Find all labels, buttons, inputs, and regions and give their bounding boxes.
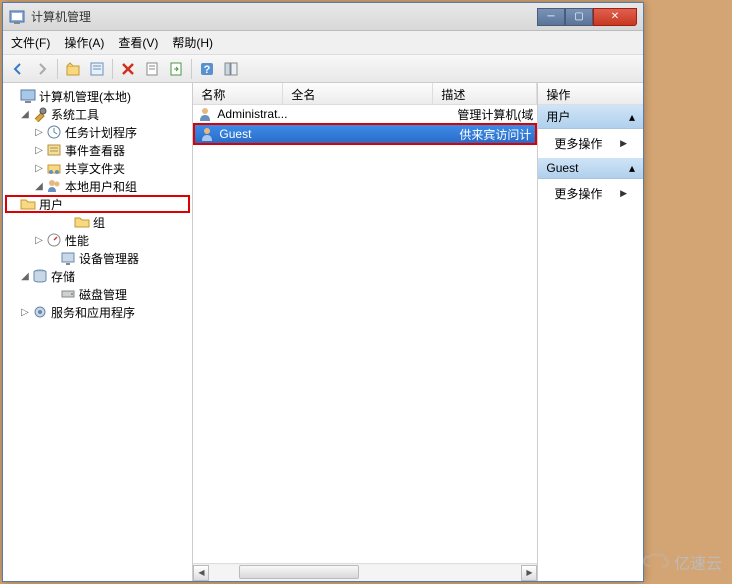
tree-event-viewer[interactable]: ▷事件查看器 — [5, 141, 190, 159]
tree-local-users-groups[interactable]: ◢本地用户和组 — [5, 177, 190, 195]
tree-users[interactable]: 用户 — [5, 195, 190, 213]
window-title: 计算机管理 — [31, 8, 537, 25]
separator — [191, 59, 192, 79]
watermark: 亿速云 — [642, 550, 722, 574]
disk-icon — [60, 286, 76, 302]
action-more-1[interactable]: 更多操作 ▶ — [538, 129, 643, 158]
tree-pane[interactable]: 计算机管理(本地) ◢系统工具 ▷任务计划程序 ▷事件查看器 ▷共享文件夹 ◢本… — [3, 83, 193, 581]
computer-icon — [20, 88, 36, 104]
window-controls: ─ ▢ ✕ — [537, 8, 637, 26]
folder-icon — [20, 196, 36, 212]
menu-action[interactable]: 操作(A) — [64, 34, 104, 51]
column-description[interactable]: 描述 — [433, 83, 537, 104]
window-frame: 计算机管理 ─ ▢ ✕ 文件(F) 操作(A) 查看(V) 帮助(H) ? 计算… — [2, 2, 644, 582]
tools-icon — [32, 106, 48, 122]
menu-view[interactable]: 查看(V) — [118, 34, 158, 51]
tree-groups[interactable]: 组 — [5, 213, 190, 231]
menu-file[interactable]: 文件(F) — [11, 34, 50, 51]
collapse-icon: ▴ — [629, 161, 635, 175]
separator — [112, 59, 113, 79]
device-icon — [60, 250, 76, 266]
show-hide-button[interactable] — [220, 58, 242, 80]
refresh-button[interactable] — [141, 58, 163, 80]
folder-icon — [74, 214, 90, 230]
tree-task-scheduler[interactable]: ▷任务计划程序 — [5, 123, 190, 141]
list-pane: 名称 全名 描述 Administrat... 管理计算机(域 Guest 供来… — [193, 83, 538, 581]
storage-icon — [32, 268, 48, 284]
close-button[interactable]: ✕ — [593, 8, 637, 26]
actions-pane: 操作 用户 ▴ 更多操作 ▶ Guest ▴ 更多操作 ▶ — [538, 83, 643, 581]
column-fullname[interactable]: 全名 — [283, 83, 433, 104]
app-icon — [9, 9, 25, 25]
tree-performance[interactable]: ▷性能 — [5, 231, 190, 249]
help-button[interactable]: ? — [196, 58, 218, 80]
chevron-right-icon: ▶ — [620, 188, 627, 199]
tree-device-manager[interactable]: 设备管理器 — [5, 249, 190, 267]
tree-disk-mgmt[interactable]: 磁盘管理 — [5, 285, 190, 303]
services-icon — [32, 304, 48, 320]
tree-services[interactable]: ▷服务和应用程序 — [5, 303, 190, 321]
back-button[interactable] — [7, 58, 29, 80]
horizontal-scrollbar[interactable]: ◀ ▶ — [193, 563, 537, 581]
tree-shared-folders[interactable]: ▷共享文件夹 — [5, 159, 190, 177]
maximize-button[interactable]: ▢ — [565, 8, 593, 26]
column-name[interactable]: 名称 — [193, 83, 283, 104]
watermark-text: 亿速云 — [674, 550, 722, 574]
user-desc: 供来宾访问计 — [459, 126, 531, 143]
list-row[interactable]: Administrat... 管理计算机(域 — [193, 105, 537, 123]
scroll-thumb[interactable] — [239, 565, 359, 579]
export-button[interactable] — [165, 58, 187, 80]
share-icon — [46, 160, 62, 176]
clock-icon — [46, 124, 62, 140]
actions-header: 操作 — [538, 83, 643, 105]
properties-button[interactable] — [86, 58, 108, 80]
list-body[interactable]: Administrat... 管理计算机(域 Guest 供来宾访问计 — [193, 105, 537, 563]
user-icon — [197, 106, 213, 122]
up-button[interactable] — [62, 58, 84, 80]
action-group-guest[interactable]: Guest ▴ — [538, 158, 643, 179]
user-name: Guest — [219, 127, 309, 141]
tree-root[interactable]: 计算机管理(本地) — [5, 87, 190, 105]
scroll-track[interactable] — [209, 565, 521, 581]
separator — [57, 59, 58, 79]
scroll-left-button[interactable]: ◀ — [193, 565, 209, 581]
forward-button[interactable] — [31, 58, 53, 80]
chevron-right-icon: ▶ — [620, 138, 627, 149]
minimize-button[interactable]: ─ — [537, 8, 565, 26]
user-icon — [199, 126, 215, 142]
event-icon — [46, 142, 62, 158]
action-group-users[interactable]: 用户 ▴ — [538, 105, 643, 129]
tree-storage[interactable]: ◢存储 — [5, 267, 190, 285]
list-header: 名称 全名 描述 — [193, 83, 537, 105]
action-more-2[interactable]: 更多操作 ▶ — [538, 179, 643, 208]
collapse-icon: ▴ — [629, 110, 635, 124]
list-row-selected[interactable]: Guest 供来宾访问计 — [193, 123, 537, 145]
scroll-right-button[interactable]: ▶ — [521, 565, 537, 581]
toolbar: ? — [3, 55, 643, 83]
menu-help[interactable]: 帮助(H) — [172, 34, 213, 51]
content-area: 计算机管理(本地) ◢系统工具 ▷任务计划程序 ▷事件查看器 ▷共享文件夹 ◢本… — [3, 83, 643, 581]
svg-text:?: ? — [204, 64, 211, 76]
menubar: 文件(F) 操作(A) 查看(V) 帮助(H) — [3, 31, 643, 55]
delete-button[interactable] — [117, 58, 139, 80]
user-desc: 管理计算机(域 — [457, 106, 533, 123]
user-name: Administrat... — [217, 107, 307, 121]
titlebar[interactable]: 计算机管理 ─ ▢ ✕ — [3, 3, 643, 31]
users-icon — [46, 178, 62, 194]
performance-icon — [46, 232, 62, 248]
tree-system-tools[interactable]: ◢系统工具 — [5, 105, 190, 123]
